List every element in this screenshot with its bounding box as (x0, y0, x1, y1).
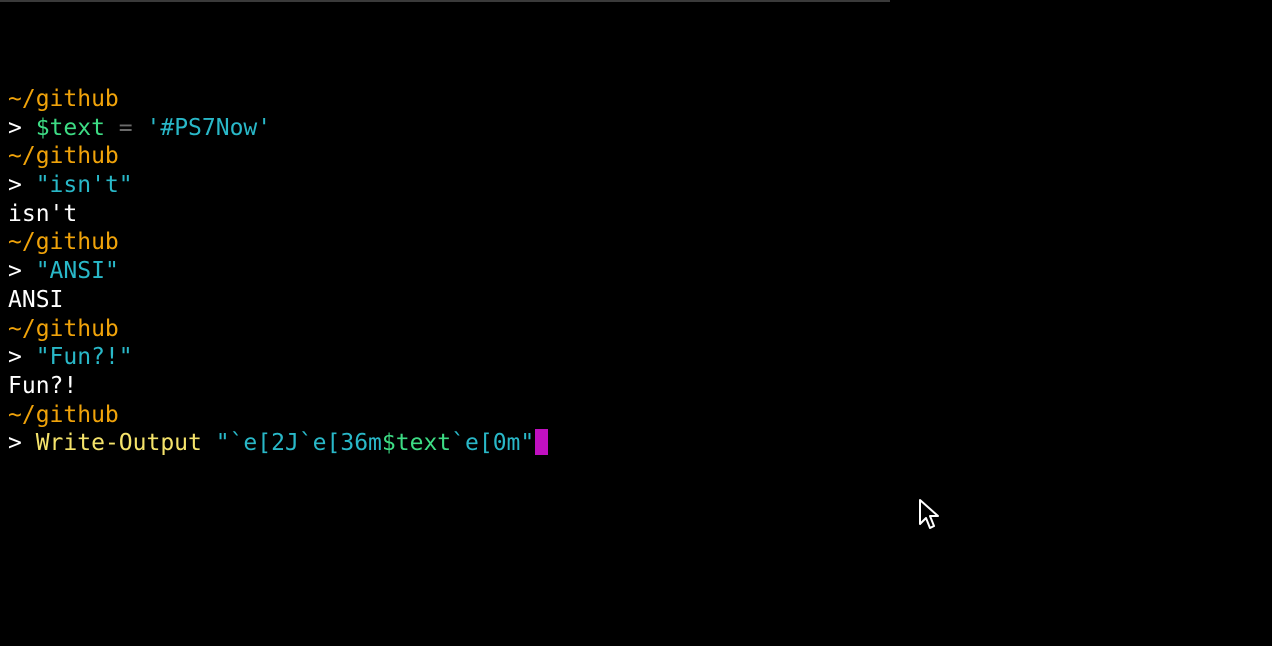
token-prompt-path: ~/github (8, 229, 119, 256)
terminal-line-path: ~/github (8, 85, 548, 114)
terminal-line-path: ~/github (8, 401, 548, 430)
token-string: "ANSI" (35, 258, 119, 285)
token-string: "isn't" (35, 172, 133, 199)
token-variable: $text (35, 114, 105, 141)
token-output: Fun?! (8, 372, 78, 399)
terminal-line-output: Fun?! (8, 372, 548, 401)
terminal-line-command: > "Fun?!" (8, 343, 548, 372)
token-string: "`e[2J`e[36m (215, 430, 382, 457)
token-output: ANSI (8, 286, 64, 313)
token-command: Write-Output (35, 430, 202, 457)
terminal-line-input[interactable]: > Write-Output "`e[2J`e[36m$text`e[0m" (8, 429, 549, 458)
token-prompt-path: ~/github (8, 86, 119, 112)
text-cursor (535, 429, 549, 456)
token-prompt-path: ~/github (8, 401, 119, 428)
token-string: "Fun?!" (35, 344, 133, 371)
terminal-line-path: ~/github (8, 228, 548, 257)
token-prompt-symbol: > (8, 258, 36, 285)
terminal-window[interactable]: ~/github > $text = '#PS7Now' ~/github > "is… (0, 0, 1272, 646)
token-prompt-symbol: > (8, 430, 36, 457)
terminal-line-output: isn't (8, 200, 548, 229)
token-prompt-path: ~/github (8, 143, 119, 170)
terminal-line-path: ~/github (8, 315, 548, 344)
token-operator: = (104, 114, 147, 141)
token-prompt-symbol: > (8, 172, 36, 199)
mouse-pointer-icon (919, 499, 939, 529)
token-prompt-symbol: > (8, 114, 36, 141)
token-prompt-path: ~/github (8, 315, 119, 342)
terminal-buffer: ~/github > $text = '#PS7Now' ~/github > "is… (8, 85, 549, 458)
terminal-line-output: ANSI (8, 286, 548, 315)
terminal-line-command: > "ANSI" (8, 257, 548, 286)
token-string: '#PS7Now' (146, 114, 272, 141)
token-output: isn't (8, 200, 78, 227)
terminal-line-command: > "isn't" (8, 171, 548, 200)
window-top-border (0, 0, 890, 2)
token-variable: $text (381, 430, 452, 457)
terminal-line-command: > $text = '#PS7Now' (8, 114, 548, 143)
terminal-line-path: ~/github (8, 142, 548, 171)
token-prompt-symbol: > (8, 344, 36, 371)
token-string: `e[0m" (451, 430, 535, 457)
token-output (202, 430, 216, 456)
